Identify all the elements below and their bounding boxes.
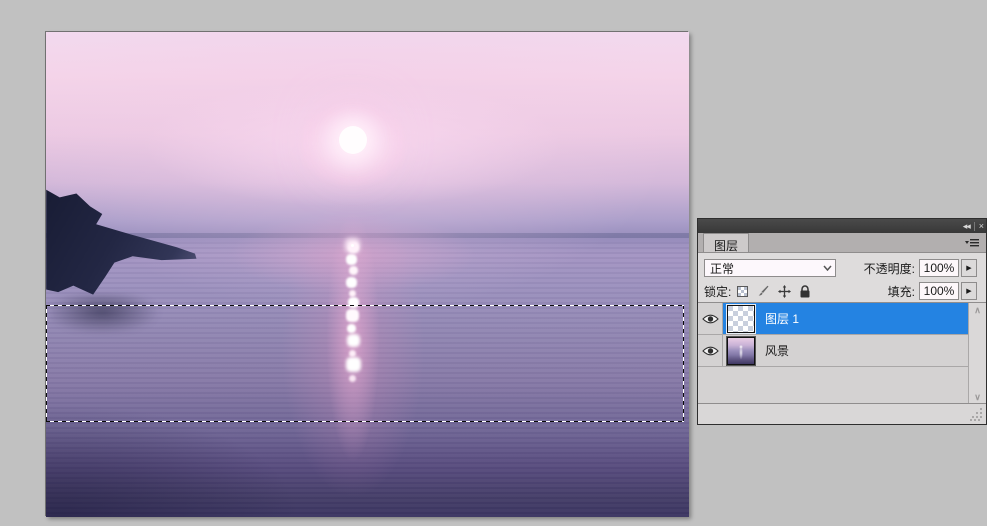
layer-name: 风景 [765,344,790,358]
lock-all-padlock-icon[interactable] [798,284,812,298]
blend-mode-value: 正常 [710,261,735,276]
fill-slider-button[interactable]: ▶ [961,282,977,300]
tab-layers[interactable]: 图层 [703,233,750,253]
eye-icon [701,314,719,323]
blend-mode-select[interactable]: 正常 [704,259,836,277]
sun [339,126,367,154]
layer-row-main: 图层 1 [723,303,968,334]
landscape-thumbnail[interactable] [726,335,756,366]
fill-value: 100% [923,284,955,298]
visibility-cell[interactable] [698,303,723,334]
layer-row-layer1[interactable]: 图层 1 [698,303,968,335]
layer1-thumbnail[interactable] [726,303,756,334]
opacity-field[interactable]: 100% [919,259,959,277]
layer-name: 图层 1 [765,312,800,326]
fill-label: 填充: [887,284,915,299]
close-panel-icon[interactable]: × [979,221,984,231]
sun-reflection-column [351,244,354,247]
document-canvas[interactable] [46,32,689,517]
layer-row-main: 风景 [723,335,968,366]
scroll-up-icon[interactable]: ∧ [974,306,981,315]
titlebar-divider [973,221,975,231]
panel-menu-icon[interactable] [963,237,981,249]
layer-rows: 图层 1 风景 [698,303,968,405]
fill-field[interactable]: 100% [919,282,959,300]
eye-icon [701,346,719,355]
panel-titlebar: ◂◂ × [698,219,986,233]
layer-row-landscape[interactable]: 风景 [698,335,968,367]
lock-transparency-icon[interactable] [735,284,749,298]
blend-opacity-row: 正常 不透明度: 100% ▶ [698,253,986,279]
layers-panel: ◂◂ × 图层 正常 不透明度: 100% ▶ 锁定: 填充: 100% ▶ 图… [697,218,987,425]
layer-list: 图层 1 风景 ∧ ∨ [698,302,986,405]
panel-tabbar: 图层 [698,233,986,253]
lock-label: 锁定: [704,284,732,299]
layer-list-scrollbar[interactable]: ∧ ∨ [968,303,986,405]
lock-fill-row: 锁定: 填充: 100% ▶ [698,279,986,303]
panel-bottom-bar [698,403,986,424]
lock-position-move-icon[interactable] [777,284,791,298]
opacity-label: 不透明度: [863,261,915,276]
lock-icons-group [735,284,812,298]
scroll-down-icon[interactable]: ∨ [974,393,981,402]
opacity-value: 100% [923,261,955,275]
resize-grip-icon[interactable] [969,407,983,421]
visibility-cell[interactable] [698,335,723,366]
lock-pixels-brush-icon[interactable] [756,284,770,298]
collapse-panel-icon[interactable]: ◂◂ [963,221,971,231]
chevron-down-icon [823,265,832,271]
shore-silhouette [46,189,197,295]
selection-marquee [46,305,684,422]
opacity-slider-button[interactable]: ▶ [961,259,977,277]
